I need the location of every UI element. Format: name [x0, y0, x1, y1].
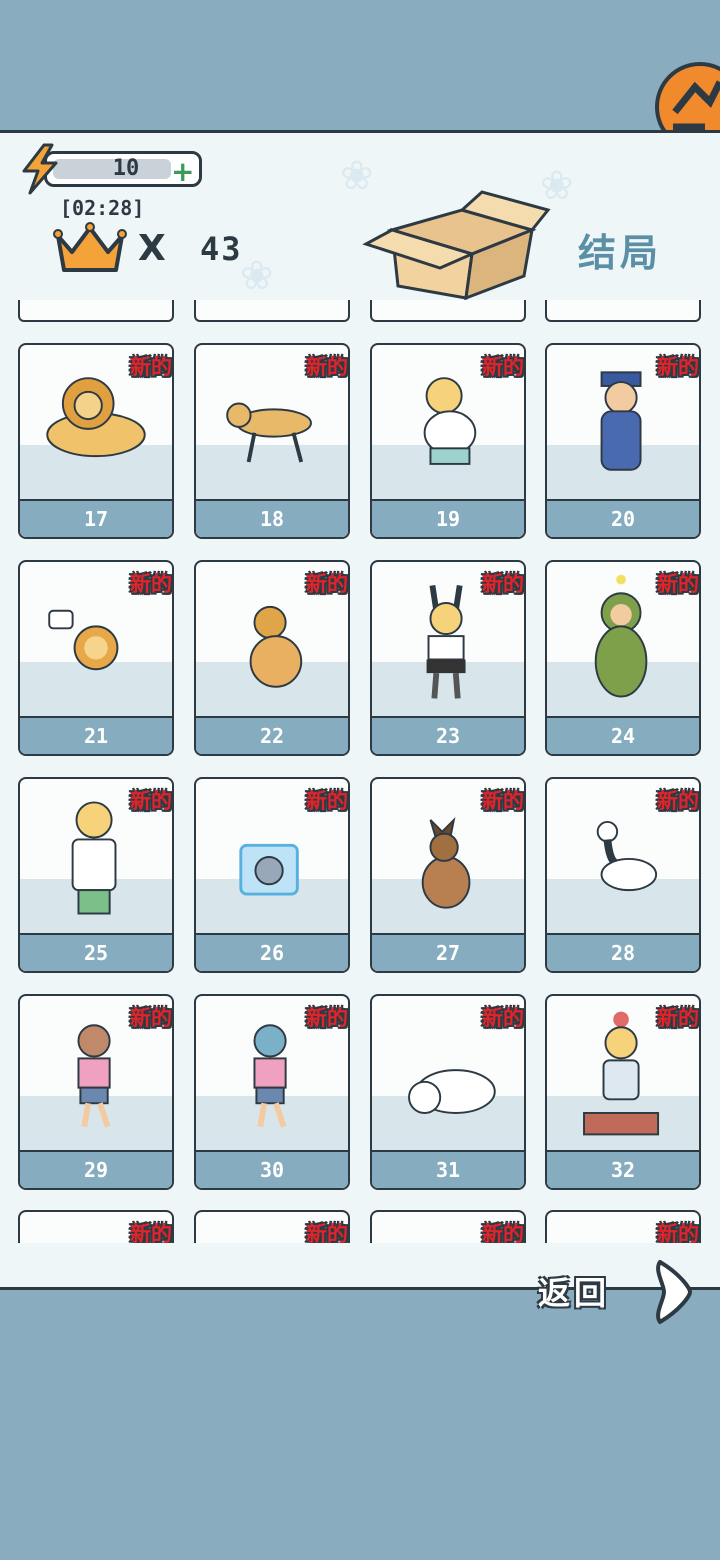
crown-icon	[53, 222, 127, 272]
new-tag: 新的	[306, 1006, 348, 1030]
energy-count: 10	[112, 156, 140, 181]
card-number: 24	[547, 716, 699, 754]
card-number: 29	[20, 1150, 172, 1188]
new-tag: 新的	[482, 1006, 524, 1030]
new-tag: 新的	[482, 1222, 524, 1243]
new-tag: 新的	[306, 572, 348, 596]
card-partial[interactable]	[194, 300, 350, 322]
card-partial[interactable]	[18, 300, 174, 322]
card-number: 22	[196, 716, 348, 754]
new-tag: 新的	[306, 789, 348, 813]
card-number: 20	[547, 499, 699, 537]
card-partial[interactable]	[545, 300, 701, 322]
new-tag: 新的	[657, 572, 699, 596]
new-tag: 新的	[482, 789, 524, 813]
energy-meter[interactable]: 10 +	[22, 143, 202, 195]
new-tag: 新的	[657, 1006, 699, 1030]
new-tag: 新的	[130, 1222, 172, 1243]
energy-timer: [02:28]	[60, 196, 145, 220]
plus-icon[interactable]: +	[171, 155, 194, 188]
card-number: 27	[372, 933, 524, 971]
new-tag: 新的	[482, 355, 524, 379]
ending-box-button[interactable]	[362, 190, 552, 306]
new-tag: 新的	[130, 1006, 172, 1030]
crown-counter	[52, 222, 128, 282]
new-tag: 新的	[130, 789, 172, 813]
ending-label[interactable]: 结局	[578, 222, 662, 277]
arrow-right-icon[interactable]	[650, 1258, 694, 1326]
new-tag: 新的	[306, 1222, 348, 1243]
card-grid: 17 新的 18 新的 19 新的 20 新的 21 新的 22 新的 23 新的 24 新的 25 新的 26 新的…	[0, 300, 720, 1243]
times-symbol: X	[138, 228, 166, 269]
crown-count: 43	[200, 230, 243, 268]
card-number: 17	[20, 499, 172, 537]
card-number: 18	[196, 499, 348, 537]
new-tag: 新的	[130, 572, 172, 596]
card-number: 28	[547, 933, 699, 971]
new-tag: 新的	[306, 355, 348, 379]
card-number: 30	[196, 1150, 348, 1188]
paw-print-icon: ❀	[240, 253, 274, 299]
energy-bar: 10 +	[44, 151, 202, 188]
new-tag: 新的	[657, 1222, 699, 1243]
card-partial[interactable]	[370, 300, 526, 322]
new-tag: 新的	[657, 789, 699, 813]
card-number: 32	[547, 1150, 699, 1188]
new-tag: 新的	[657, 355, 699, 379]
card-number: 31	[372, 1150, 524, 1188]
card-number: 21	[20, 716, 172, 754]
card-number: 19	[372, 499, 524, 537]
cardboard-box-icon	[362, 190, 551, 301]
card-number: 25	[20, 933, 172, 971]
return-button[interactable]: 返回	[538, 1268, 610, 1314]
card-number: 23	[372, 716, 524, 754]
new-tag: 新的	[130, 355, 172, 379]
lightning-bolt-icon	[22, 143, 58, 195]
new-tag: 新的	[482, 572, 524, 596]
card-number: 26	[196, 933, 348, 971]
